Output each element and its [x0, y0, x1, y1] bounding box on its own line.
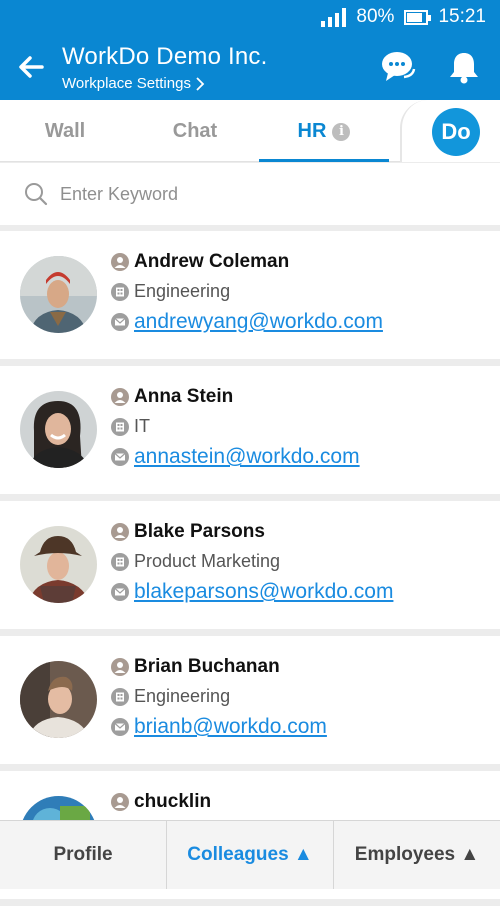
bottom-nav: Profile Colleagues ▲ Employees ▲	[0, 820, 500, 889]
mail-icon	[111, 313, 129, 331]
employee-name: Andrew Coleman	[134, 251, 290, 272]
page-title: WorkDo Demo Inc.	[62, 43, 268, 70]
employee-name: Anna Stein	[134, 386, 234, 407]
employee-department: Engineering	[134, 281, 231, 301]
search-icon	[25, 183, 48, 206]
avatar	[20, 526, 97, 603]
employee-email-link[interactable]: andrewyang@workdo.com	[134, 310, 383, 334]
tab-hr[interactable]: HR i	[259, 100, 389, 162]
app-bar: WorkDo Demo Inc. Workplace Settings	[0, 34, 500, 100]
bell-icon[interactable]	[446, 49, 482, 85]
employee-name: Blake Parsons	[134, 521, 265, 542]
person-icon	[111, 793, 129, 811]
employee-department: Product Marketing	[134, 551, 281, 571]
person-icon	[111, 523, 129, 541]
building-icon	[111, 282, 129, 301]
employee-email-link[interactable]: blakeparsons@workdo.com	[134, 580, 393, 604]
workplace-settings-label: Workplace Settings	[62, 75, 191, 92]
building-icon	[111, 687, 129, 706]
info-icon[interactable]: i	[332, 122, 351, 141]
status-bar: 80% 15:21	[0, 0, 500, 34]
employees-button[interactable]: Employees ▲	[334, 821, 500, 889]
employee-name: chucklin	[134, 791, 212, 812]
signal-icon	[321, 7, 347, 27]
workplace-settings-link[interactable]: Workplace Settings	[62, 75, 205, 92]
mail-icon	[111, 448, 129, 466]
tab-wall[interactable]: Wall	[0, 100, 130, 162]
do-button[interactable]: Do	[432, 108, 480, 156]
avatar	[20, 661, 97, 738]
colleagues-button[interactable]: Colleagues ▲	[167, 821, 334, 889]
employee-list: Andrew Coleman Engineering andrewyang@wo…	[0, 231, 500, 906]
person-icon	[111, 658, 129, 676]
employee-email-link[interactable]: annastein@workdo.com	[134, 445, 360, 469]
search-input[interactable]	[60, 177, 480, 211]
employee-card[interactable]: Anna Stein IT annastein@workdo.com	[0, 366, 500, 494]
chevron-right-icon	[196, 76, 205, 91]
chat-bubble-icon[interactable]	[380, 49, 416, 85]
battery-percent: 80%	[356, 6, 395, 27]
tab-chat[interactable]: Chat	[130, 100, 260, 162]
person-icon	[111, 388, 129, 406]
employee-department: Engineering	[134, 686, 231, 706]
mail-icon	[111, 718, 129, 736]
employee-card[interactable]: Brian Buchanan Engineering brianb@workdo…	[0, 636, 500, 764]
avatar	[20, 256, 97, 333]
building-icon	[111, 417, 129, 436]
employee-department: IT	[134, 416, 150, 436]
battery-icon	[404, 9, 432, 25]
profile-button[interactable]: Profile	[0, 821, 167, 889]
employee-card[interactable]: Blake Parsons Product Marketing blakepar…	[0, 501, 500, 629]
search-bar	[0, 163, 500, 225]
employee-name: Brian Buchanan	[134, 656, 280, 677]
building-icon	[111, 552, 129, 571]
avatar	[20, 391, 97, 468]
clock: 15:21	[438, 6, 486, 27]
battery-fill	[407, 12, 422, 22]
employee-card[interactable]: Andrew Coleman Engineering andrewyang@wo…	[0, 231, 500, 359]
arrow-left-icon[interactable]	[16, 52, 46, 82]
employee-email-link[interactable]: brianb@workdo.com	[134, 715, 327, 739]
mail-icon	[111, 583, 129, 601]
person-icon	[111, 253, 129, 271]
tab-hr-label: HR	[297, 120, 327, 142]
